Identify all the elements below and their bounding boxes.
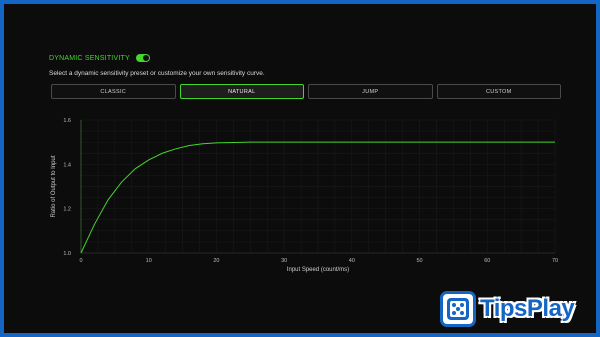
x-tick-label: 10 xyxy=(146,258,152,264)
x-tick-label: 40 xyxy=(349,258,355,264)
y-tick-label: 1.0 xyxy=(63,251,71,257)
y-tick-label: 1.2 xyxy=(63,207,71,213)
x-tick-label: 0 xyxy=(79,258,82,264)
app-frame: DYNAMIC SENSITIVITY Select a dynamic sen… xyxy=(4,4,596,333)
x-tick-label: 20 xyxy=(213,258,219,264)
y-axis-label: Ratio of Output to Input xyxy=(51,155,57,217)
x-tick-label: 70 xyxy=(552,258,558,264)
x-tick-label: 50 xyxy=(417,258,423,264)
y-tick-label: 1.4 xyxy=(63,162,71,168)
chart-grid xyxy=(80,119,556,254)
y-tick-label: 1.6 xyxy=(63,118,71,124)
x-tick-label: 30 xyxy=(281,258,287,264)
dice-logo-icon xyxy=(440,291,476,327)
x-tick-label: 60 xyxy=(484,258,490,264)
tipsplay-watermark: TipsPlay xyxy=(440,286,596,332)
x-axis-label: Input Speed (count/ms) xyxy=(287,267,349,273)
sensitivity-curve-chart[interactable]: 0 10 20 30 40 50 60 70 1.0 1.2 1.4 1.6 Input Speed … xyxy=(4,4,596,333)
watermark-text: TipsPlay xyxy=(480,295,575,322)
